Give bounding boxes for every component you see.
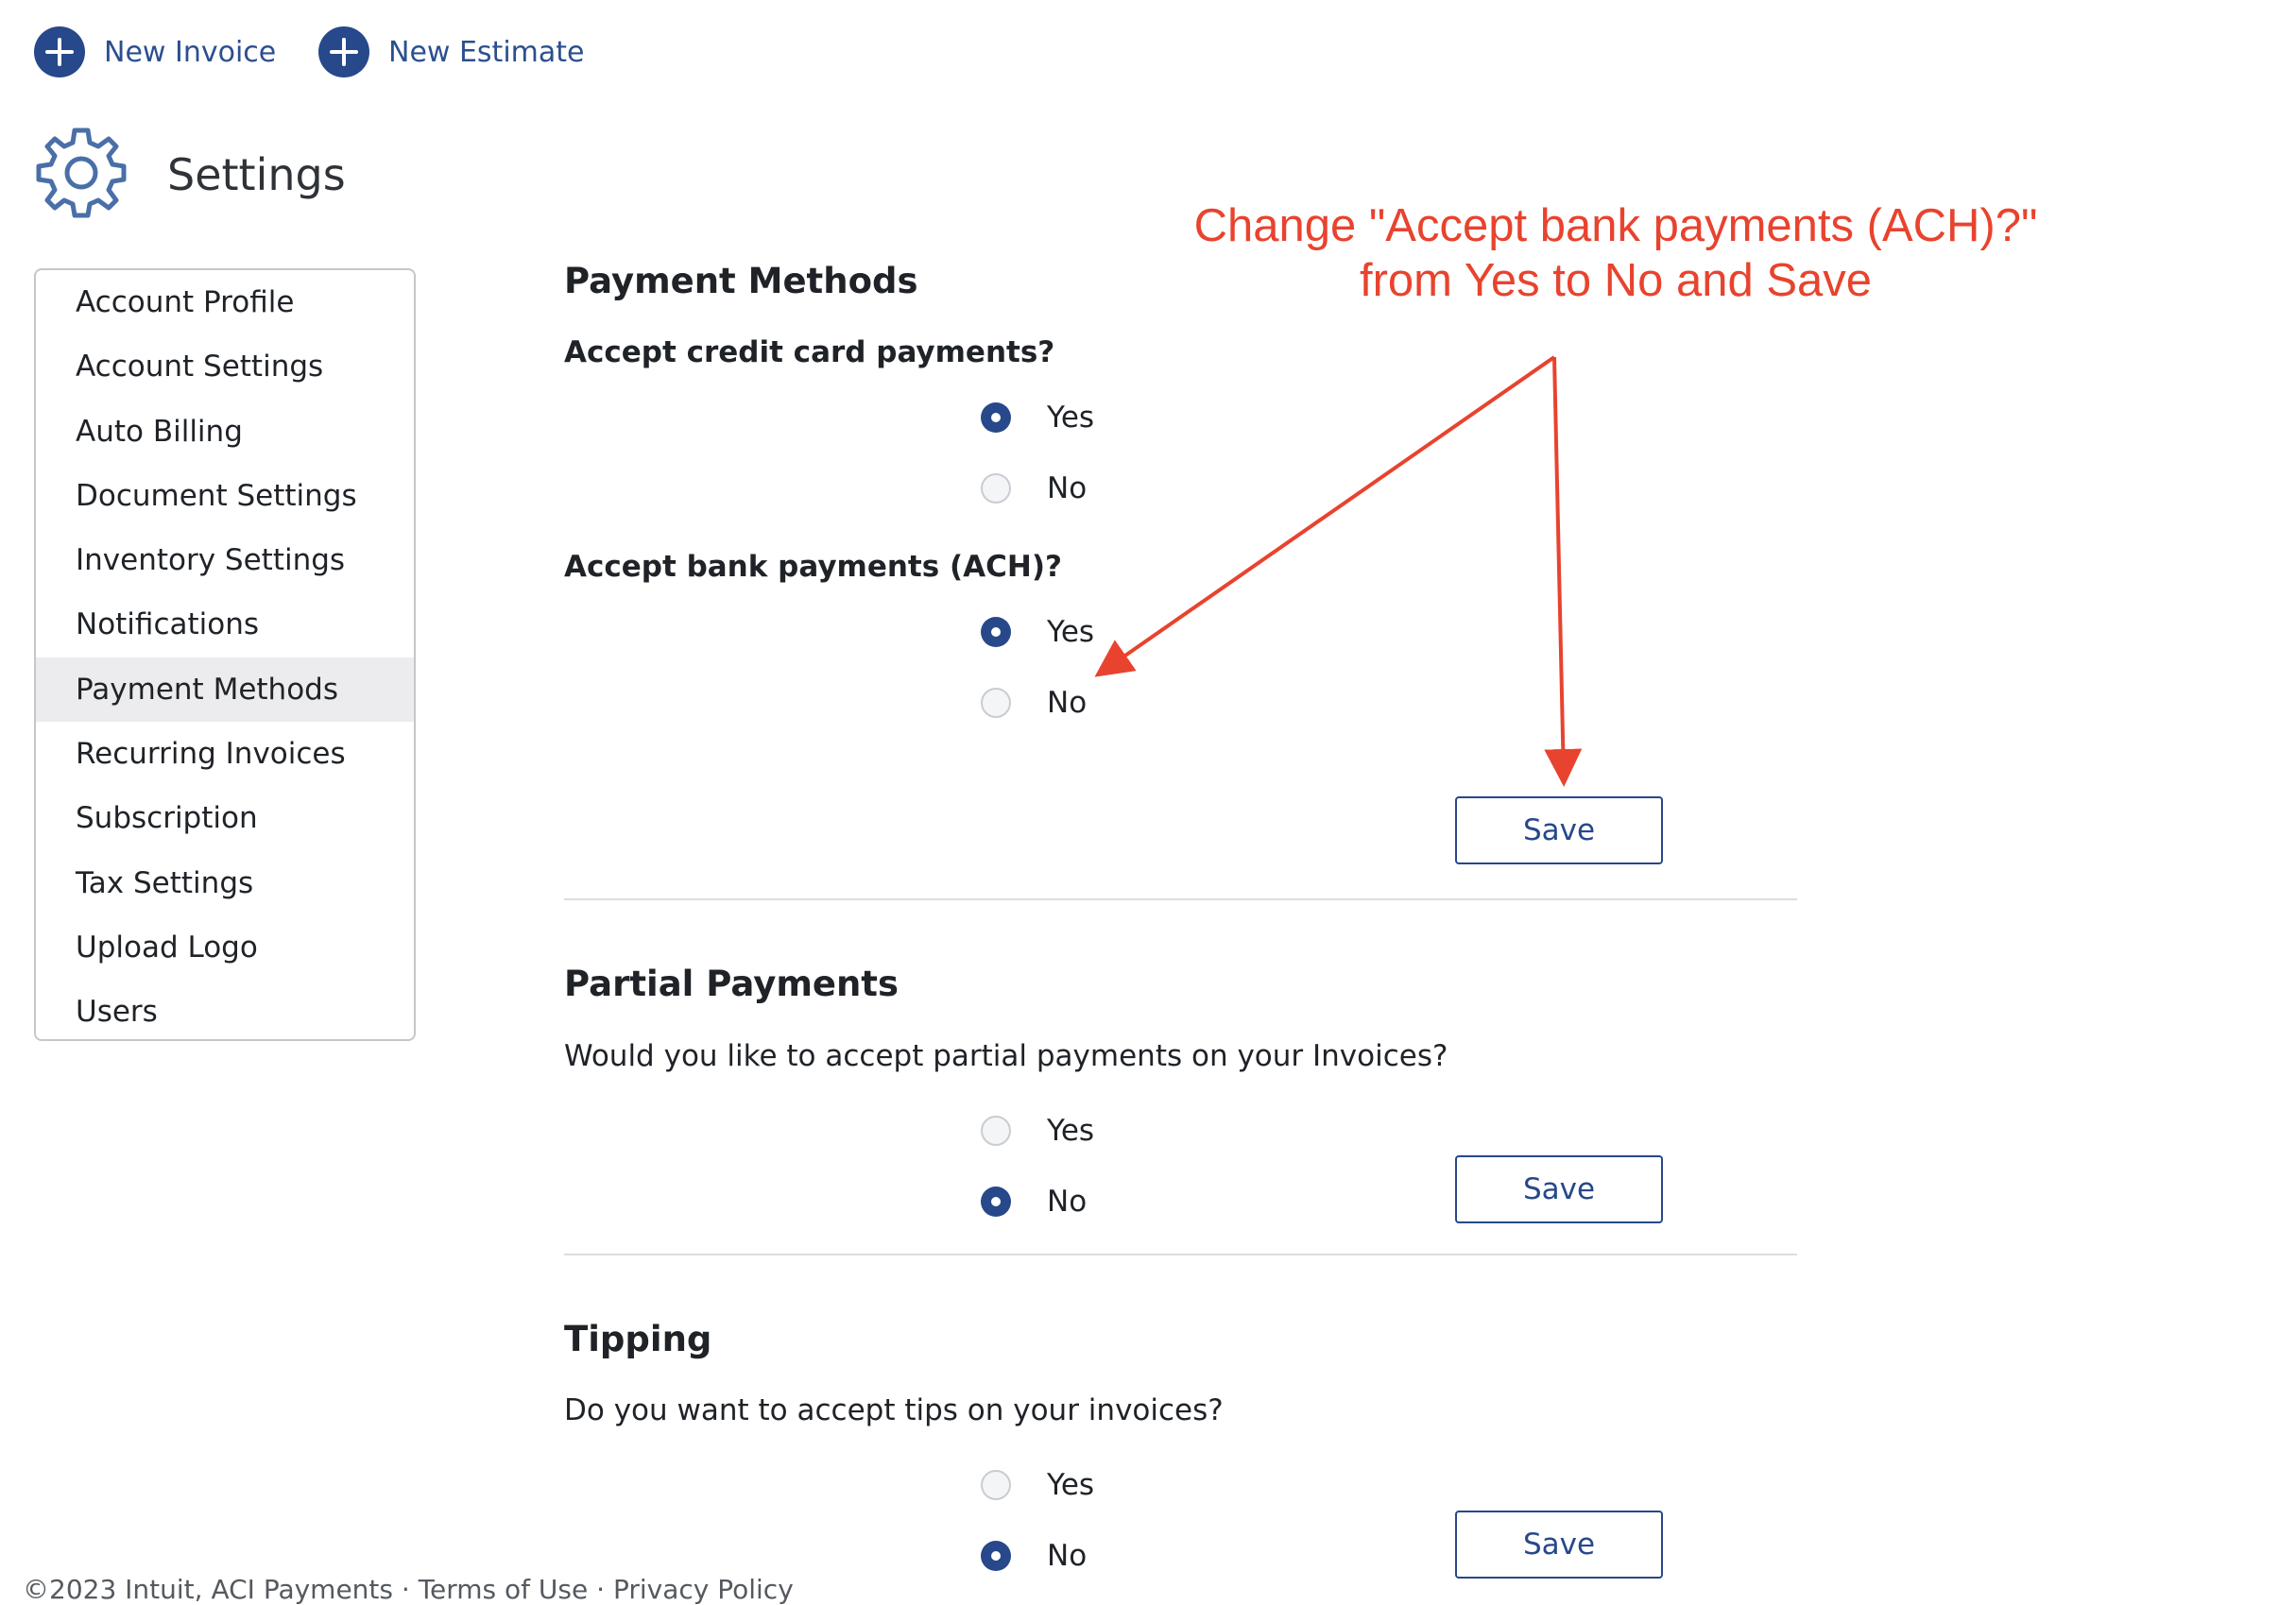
annotation-arrows <box>1094 355 1583 787</box>
arrow-to-save <box>1544 356 1583 787</box>
arrow-to-ach-no <box>1094 355 1556 677</box>
